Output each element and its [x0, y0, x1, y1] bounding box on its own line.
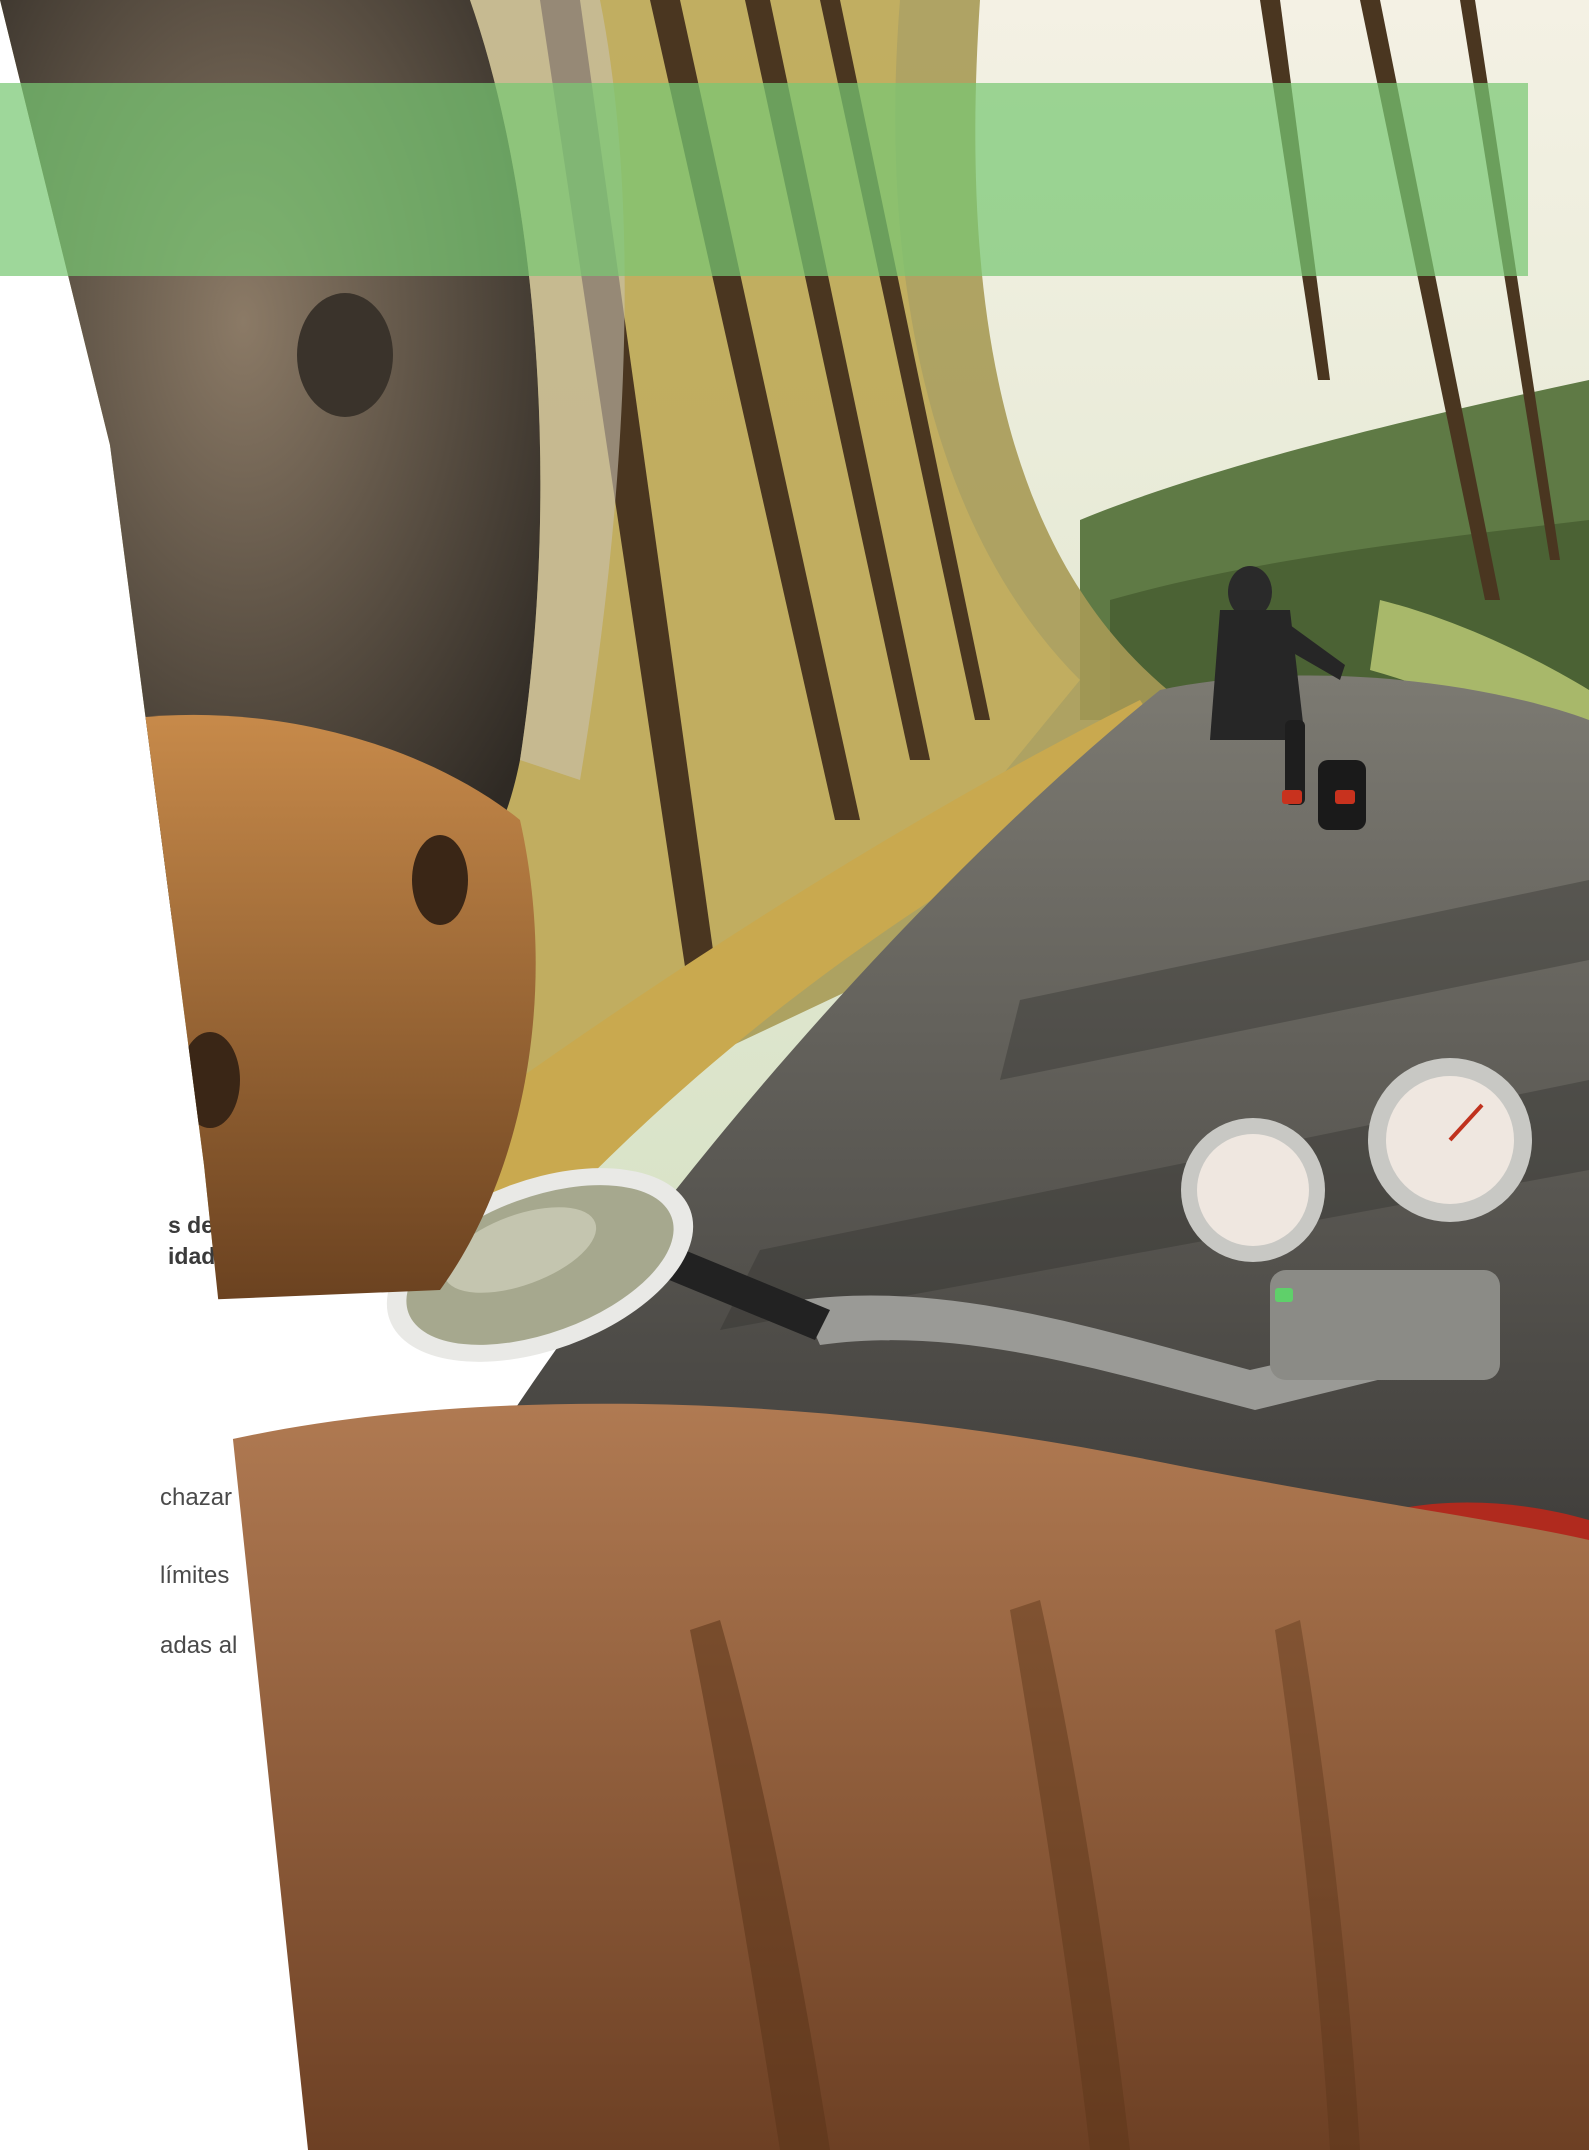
page: s del idad chazar límites adas al: [0, 0, 1589, 2150]
green-header-band: [0, 83, 1528, 276]
motorcycle-photo: [0, 0, 1589, 2150]
